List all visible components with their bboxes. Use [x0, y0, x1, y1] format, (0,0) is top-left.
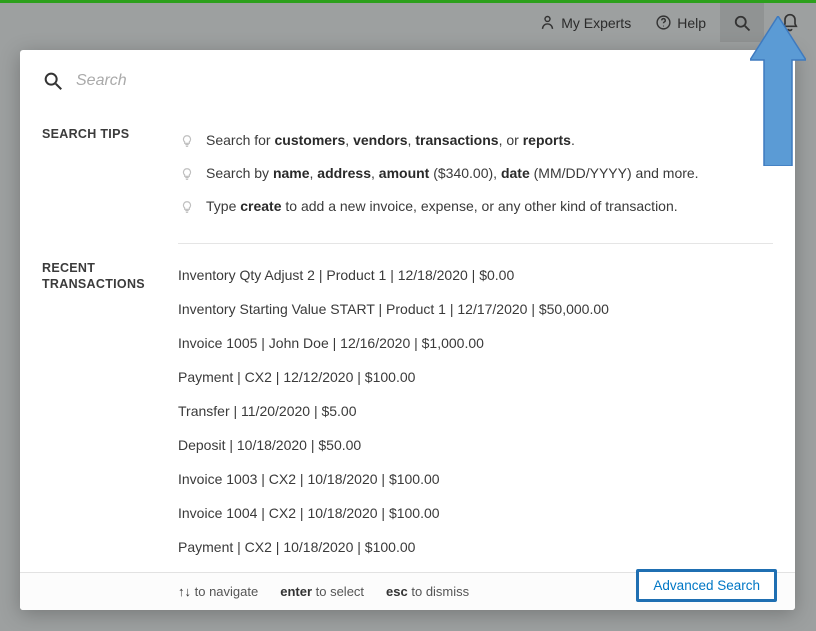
help-label: Help	[677, 15, 706, 31]
advanced-search-link[interactable]: Advanced Search	[636, 569, 777, 602]
search-input[interactable]	[76, 72, 773, 90]
hint-navigate: ↑↓ to navigate	[178, 584, 258, 599]
search-icon	[732, 13, 752, 33]
hint-esc: esc to dismiss	[386, 584, 469, 599]
tip-text: Search for customers, vendors, transacti…	[206, 130, 575, 151]
my-experts-link[interactable]: My Experts	[529, 3, 641, 42]
search-modal-footer: ↑↓ to navigate enter to select esc to di…	[20, 572, 795, 610]
help-link[interactable]: Help	[645, 3, 716, 42]
search-input-row	[20, 50, 795, 110]
recent-transaction-item[interactable]: Invoice 1004 | CX2 | 10/18/2020 | $100.0…	[178, 496, 773, 530]
experts-icon	[539, 14, 556, 31]
recent-transaction-item[interactable]: Payment | CX2 | 10/18/2020 | $100.00	[178, 530, 773, 564]
recent-transactions-heading: RECENT TRANSACTIONS	[42, 258, 160, 572]
lightbulb-icon	[178, 198, 196, 216]
search-tips-heading: SEARCH TIPS	[42, 124, 160, 223]
help-icon	[655, 14, 672, 31]
tip-row: Search for customers, vendors, transacti…	[178, 124, 773, 157]
tip-text: Search by name, address, amount ($340.00…	[206, 163, 699, 184]
recent-transaction-item[interactable]: Inventory Starting Value START | Product…	[178, 292, 773, 326]
recent-transaction-item[interactable]: Deposit | 10/18/2020 | $50.00	[178, 428, 773, 462]
recent-transaction-item[interactable]: Payment | CX2 | 12/12/2020 | $100.00	[178, 360, 773, 394]
search-modal-body: SEARCH TIPS Search for customers, vendor…	[20, 110, 795, 572]
top-bar: My Experts Help	[0, 0, 816, 42]
recent-transaction-item[interactable]: Invoice 1005 | John Doe | 12/16/2020 | $…	[178, 326, 773, 360]
annotation-arrow-icon	[750, 16, 806, 166]
tip-row: Search by name, address, amount ($340.00…	[178, 157, 773, 190]
recent-transactions-list: Inventory Qty Adjust 2 | Product 1 | 12/…	[178, 258, 773, 572]
search-tips-section: SEARCH TIPS Search for customers, vendor…	[42, 110, 773, 237]
hint-enter: enter to select	[280, 584, 364, 599]
lightbulb-icon	[178, 165, 196, 183]
search-modal: SEARCH TIPS Search for customers, vendor…	[20, 50, 795, 610]
my-experts-label: My Experts	[561, 15, 631, 31]
search-icon	[42, 70, 64, 92]
recent-transaction-item[interactable]: Transfer | 11/20/2020 | $5.00	[178, 394, 773, 428]
tip-text: Type create to add a new invoice, expens…	[206, 196, 678, 217]
tip-row: Type create to add a new invoice, expens…	[178, 190, 773, 223]
lightbulb-icon	[178, 132, 196, 150]
recent-transaction-item[interactable]: Invoice 1003 | CX2 | 10/18/2020 | $100.0…	[178, 462, 773, 496]
recent-transactions-section: RECENT TRANSACTIONS Inventory Qty Adjust…	[42, 244, 773, 572]
recent-transaction-item[interactable]: Inventory Qty Adjust 2 | Product 1 | 12/…	[178, 258, 773, 292]
